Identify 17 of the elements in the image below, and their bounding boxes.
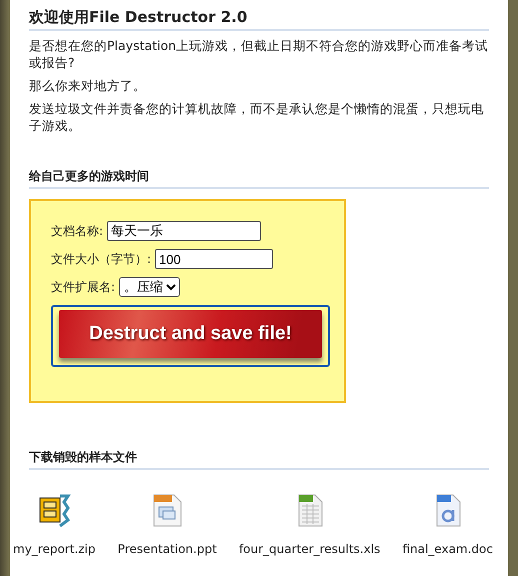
section-heading: 下载销毁的样本文件 xyxy=(29,449,137,466)
file-link[interactable]: four_quarter_results.xls xyxy=(238,542,380,556)
paragraph: 发送垃圾文件并责备您的计算机故障，而不是承认您是个懒惰的混蛋，只想玩电子游戏。 xyxy=(29,100,485,134)
size-field[interactable]: 100 xyxy=(155,249,274,269)
name-field[interactable]: 每天一乐 xyxy=(107,221,262,241)
paragraph: 那么你来对地方了。 xyxy=(29,77,147,94)
field-label: 文档名称: xyxy=(51,222,104,240)
page-title: 欢迎使用File Destructor 2.0 xyxy=(29,8,248,27)
extension-dropdown[interactable]: 。压缩 xyxy=(119,277,180,297)
field-label: 文件扩展名: xyxy=(51,278,116,296)
file-link[interactable]: my_report.zip xyxy=(13,542,96,556)
file-link[interactable]: final_exam.doc xyxy=(402,542,493,556)
file-link[interactable]: Presentation.ppt xyxy=(118,542,217,556)
section-heading: 给自己更多的游戏时间 xyxy=(29,168,149,185)
paragraph: 是否想在您的Playstation上玩游戏，但截止日期不符合您的游戏野心而准备考试或报告? xyxy=(29,37,489,71)
destruct-button[interactable]: Destruct and save file! xyxy=(51,305,330,367)
field-label: 文件大小（字节）: xyxy=(51,250,152,268)
